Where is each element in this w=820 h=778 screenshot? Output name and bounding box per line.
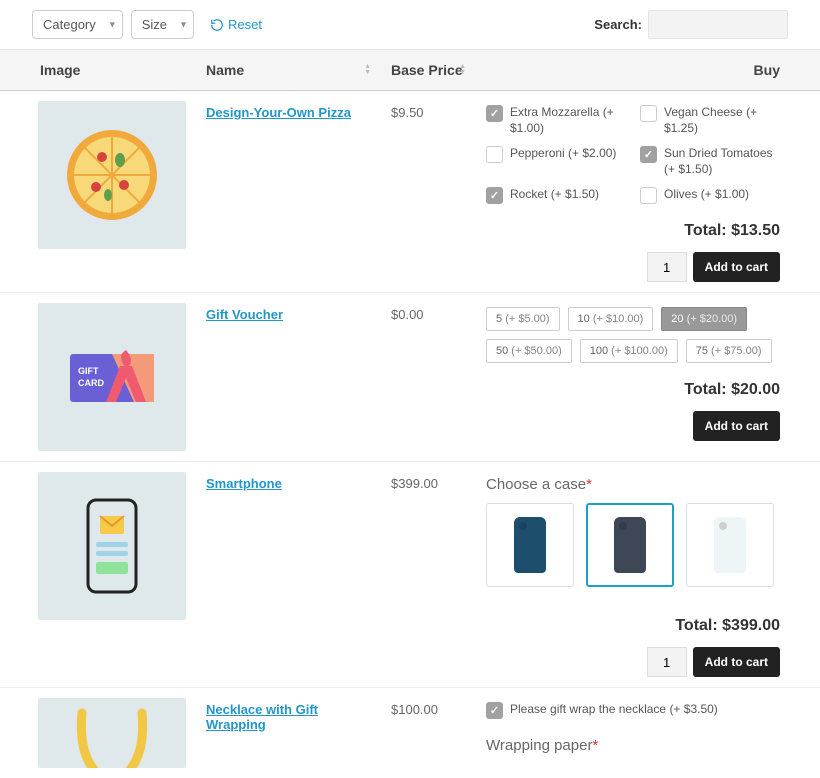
product-link[interactable]: Necklace with Gift Wrapping (206, 702, 318, 732)
variant-chip[interactable]: 50 (+ $50.00) (486, 339, 572, 363)
total-row: Total: $20.00 (486, 381, 780, 399)
add-to-cart-button[interactable]: Add to cart (693, 411, 780, 441)
col-base-price[interactable]: Base Price ▲▼ (381, 50, 476, 91)
search-wrap: Search: (594, 10, 788, 39)
filter-toolbar: Category Size Reset Search: (0, 0, 820, 49)
product-image[interactable] (38, 101, 186, 249)
variant-chip[interactable]: 100 (+ $100.00) (580, 339, 678, 363)
addon-item: Please gift wrap the necklace (+ $3.50) (486, 702, 780, 719)
necklace-icon (62, 698, 162, 768)
svg-text:GIFT: GIFT (78, 366, 99, 376)
addon-item: Rocket (+ $1.50) (486, 187, 626, 204)
variant-chip[interactable]: 20 (+ $20.00) (661, 307, 747, 331)
search-label: Search: (594, 17, 642, 32)
case-option[interactable] (686, 503, 774, 587)
product-link[interactable]: Gift Voucher (206, 307, 283, 322)
variant-chip[interactable]: 5 (+ $5.00) (486, 307, 560, 331)
col-name[interactable]: Name ▲▼ (196, 50, 381, 91)
addon-item: Sun Dried Tomatoes (+ $1.50) (640, 146, 780, 177)
quantity-input[interactable] (647, 252, 687, 282)
addons-grid: Extra Mozzarella (+ $1.00) Vegan Cheese (… (486, 105, 780, 204)
smartphone-icon (82, 496, 142, 596)
variant-chip[interactable]: 10 (+ $10.00) (568, 307, 654, 331)
svg-text:CARD: CARD (78, 378, 104, 388)
paper-label: Wrapping paper* (486, 737, 780, 754)
quantity-input[interactable] (647, 647, 687, 677)
sort-icon: ▲▼ (459, 64, 466, 76)
product-row: Necklace with Gift Wrapping $100.00 Plea… (0, 688, 820, 778)
checkbox[interactable] (640, 105, 657, 122)
case-swatch (514, 517, 546, 573)
addon-item: Olives (+ $1.00) (640, 187, 780, 204)
addon-item: Pepperoni (+ $2.00) (486, 146, 626, 177)
add-to-cart-button[interactable]: Add to cart (693, 252, 780, 282)
size-select[interactable]: Size (131, 10, 194, 39)
checkbox[interactable] (486, 702, 503, 719)
product-row: Design-Your-Own Pizza $9.50 Extra Mozzar… (0, 91, 820, 293)
case-options (486, 503, 780, 587)
undo-icon (210, 18, 224, 32)
product-image[interactable] (38, 472, 186, 620)
gift-card-icon: GIFT CARD (62, 342, 162, 412)
add-to-cart-button[interactable]: Add to cart (693, 647, 780, 677)
base-price: $9.50 (381, 91, 476, 293)
sort-icon: ▲▼ (364, 64, 371, 76)
variant-chips: 5 (+ $5.00) 10 (+ $10.00) 20 (+ $20.00) 50 … (486, 307, 780, 363)
base-price: $100.00 (381, 688, 476, 778)
col-image: Image (0, 50, 196, 91)
checkbox[interactable] (640, 187, 657, 204)
case-label: Choose a case* (486, 476, 780, 493)
case-option[interactable] (586, 503, 674, 587)
search-input[interactable] (648, 10, 788, 39)
category-select[interactable]: Category (32, 10, 123, 39)
case-swatch (614, 517, 646, 573)
product-table: Image Name ▲▼ Base Price ▲▼ Buy (0, 49, 820, 778)
checkbox[interactable] (486, 146, 503, 163)
product-link[interactable]: Design-Your-Own Pizza (206, 105, 351, 120)
base-price: $399.00 (381, 462, 476, 688)
base-price: $0.00 (381, 293, 476, 462)
case-swatch (714, 517, 746, 573)
checkbox[interactable] (486, 105, 503, 122)
product-row: Smartphone $399.00 Choose a case* Total:… (0, 462, 820, 688)
col-buy: Buy (476, 50, 820, 91)
product-image[interactable]: GIFT CARD (38, 303, 186, 451)
variant-chip[interactable]: 75 (+ $75.00) (686, 339, 772, 363)
case-option[interactable] (486, 503, 574, 587)
total-row: Total: $13.50 (486, 222, 780, 240)
addon-item: Vegan Cheese (+ $1.25) (640, 105, 780, 136)
reset-link[interactable]: Reset (210, 17, 262, 32)
pizza-icon (62, 125, 162, 225)
product-link[interactable]: Smartphone (206, 476, 282, 491)
checkbox[interactable] (486, 187, 503, 204)
checkbox[interactable] (640, 146, 657, 163)
addon-item: Extra Mozzarella (+ $1.00) (486, 105, 626, 136)
total-row: Total: $399.00 (486, 617, 780, 635)
product-image[interactable] (38, 698, 186, 768)
product-row: GIFT CARD Gift Voucher $0.00 5 (+ $5.00)… (0, 293, 820, 462)
